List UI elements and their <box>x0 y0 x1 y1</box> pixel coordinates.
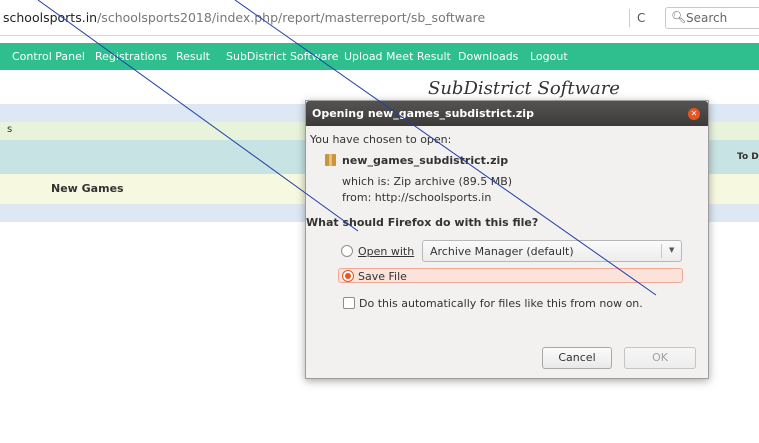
chevron-down-icon: ▼ <box>669 246 675 254</box>
nav-upload-meet-result[interactable]: Upload Meet Result <box>344 50 451 63</box>
file-type: which is: Zip archive (89.5 MB) <box>342 175 513 188</box>
file-name: new_games_subdistrict.zip <box>342 154 509 167</box>
nav-result[interactable]: Result <box>176 50 210 63</box>
nav-registrations[interactable]: Registrations <box>95 50 167 63</box>
address-bar[interactable]: schoolsports.in/schoolsports2018/index.p… <box>3 10 485 25</box>
new-games-label: New Games <box>51 182 124 195</box>
url-path: /schoolsports2018/index.php/report/maste… <box>97 10 486 25</box>
search-input[interactable]: 🔍︎ Search <box>665 7 759 29</box>
browser-window: schoolsports.in/schoolsports2018/index.p… <box>0 0 759 443</box>
url-separator <box>629 9 630 27</box>
reload-icon[interactable]: C <box>637 11 645 25</box>
url-host: schoolsports.in <box>3 10 98 25</box>
nav-subdistrict-software[interactable]: SubDistrict Software <box>226 50 338 63</box>
open-with-label[interactable]: Open with <box>358 245 414 258</box>
cancel-button[interactable]: Cancel <box>542 347 612 369</box>
nav-logout[interactable]: Logout <box>530 50 568 63</box>
close-icon[interactable]: ✕ <box>688 108 700 120</box>
auto-action-label[interactable]: Do this automatically for files like thi… <box>359 297 643 310</box>
nav-downloads[interactable]: Downloads <box>458 50 518 63</box>
open-with-app-value: Archive Manager (default) <box>430 245 574 258</box>
ok-button[interactable]: OK <box>624 347 696 369</box>
file-source: from: http://schoolsports.in <box>342 191 492 204</box>
save-file-label[interactable]: Save File <box>358 270 407 283</box>
row-label-fragment: s <box>7 124 13 135</box>
search-icon: 🔍︎ <box>671 10 687 24</box>
column-header-fragment: To D <box>737 152 759 162</box>
dialog-title: Opening new_games_subdistrict.zip <box>312 107 534 120</box>
nav-control-panel[interactable]: Control Panel <box>12 50 85 63</box>
zip-file-icon <box>325 154 336 166</box>
open-with-radio[interactable] <box>341 245 353 257</box>
main-nav: Control Panel Registrations Result SubDi… <box>0 43 759 70</box>
dialog-question: What should Firefox do with this file? <box>306 216 539 229</box>
page-title: SubDistrict Software <box>428 78 620 99</box>
search-placeholder: Search <box>686 11 728 25</box>
dialog-titlebar[interactable]: Opening new_games_subdistrict.zip ✕ <box>306 101 708 126</box>
download-dialog: Opening new_games_subdistrict.zip ✕ You … <box>305 100 709 379</box>
save-file-radio[interactable] <box>342 270 354 282</box>
dialog-intro: You have chosen to open: <box>310 133 452 146</box>
open-with-app-select[interactable]: Archive Manager (default) ▼ <box>422 240 682 262</box>
select-separator <box>661 244 662 258</box>
address-toolbar: schoolsports.in/schoolsports2018/index.p… <box>0 0 759 36</box>
auto-action-checkbox[interactable] <box>343 297 355 309</box>
